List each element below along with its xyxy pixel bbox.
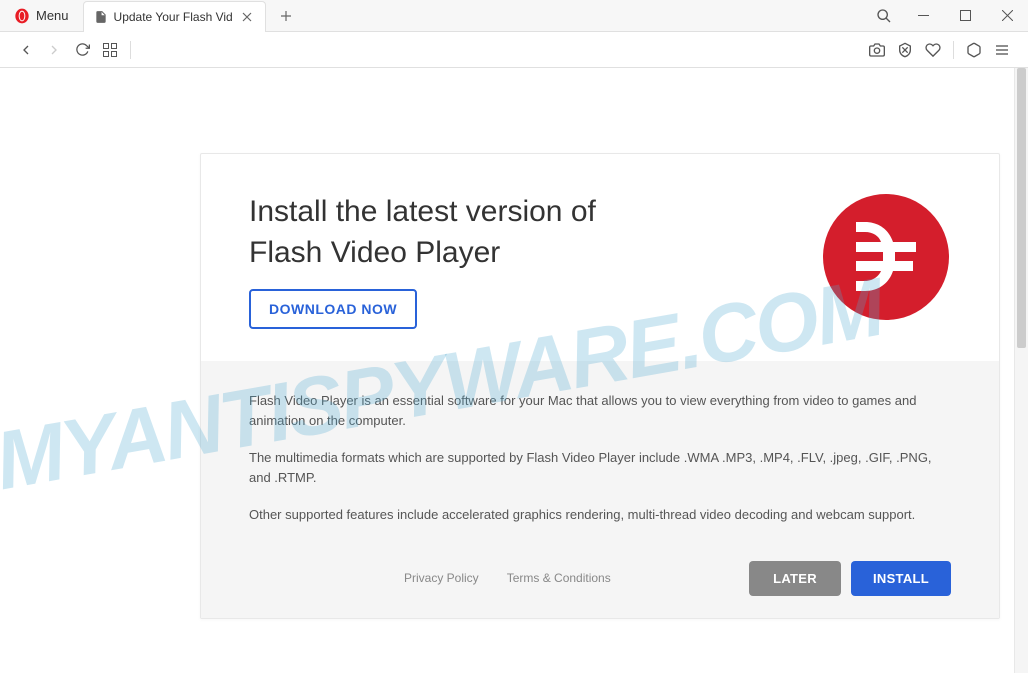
sliders-icon bbox=[994, 42, 1010, 58]
privacy-policy-link[interactable]: Privacy Policy bbox=[404, 571, 479, 585]
card-heading-block: Install the latest version of Flash Vide… bbox=[249, 192, 791, 329]
heading-line-2: Flash Video Player bbox=[249, 236, 500, 269]
toolbar bbox=[0, 32, 1028, 68]
download-now-button[interactable]: DOWNLOAD NOW bbox=[249, 289, 417, 329]
footer-buttons: LATER INSTALL bbox=[749, 561, 951, 596]
plus-icon bbox=[280, 10, 292, 22]
search-icon bbox=[876, 8, 892, 24]
camera-icon bbox=[869, 42, 885, 58]
toolbar-separator bbox=[130, 41, 131, 59]
menu-label: Menu bbox=[36, 8, 69, 23]
cube-icon bbox=[966, 42, 982, 58]
titlebar-search-button[interactable] bbox=[866, 0, 902, 31]
scrollbar-thumb[interactable] bbox=[1017, 68, 1026, 348]
easy-setup-button[interactable] bbox=[988, 36, 1016, 64]
grid-icon bbox=[103, 43, 117, 57]
window-controls bbox=[902, 0, 1028, 31]
card-header: Install the latest version of Flash Vide… bbox=[201, 154, 999, 361]
heart-icon bbox=[925, 42, 941, 58]
card-footer: Privacy Policy Terms & Conditions LATER … bbox=[201, 561, 999, 618]
reload-icon bbox=[75, 42, 90, 57]
flash-player-logo-icon bbox=[821, 192, 951, 322]
later-button[interactable]: LATER bbox=[749, 561, 841, 596]
forward-button[interactable] bbox=[40, 36, 68, 64]
close-icon bbox=[1002, 10, 1013, 21]
toolbar-separator bbox=[953, 41, 954, 59]
bookmarks-button[interactable] bbox=[919, 36, 947, 64]
footer-links: Privacy Policy Terms & Conditions bbox=[249, 571, 611, 585]
opera-logo-icon bbox=[14, 8, 30, 24]
titlebar: Menu Update Your Flash Vid bbox=[0, 0, 1028, 32]
tab-close-button[interactable] bbox=[239, 9, 255, 25]
maximize-button[interactable] bbox=[944, 0, 986, 31]
speed-dial-button[interactable] bbox=[96, 36, 124, 64]
card-body: Flash Video Player is an essential softw… bbox=[201, 361, 999, 561]
minimize-icon bbox=[918, 10, 929, 21]
chevron-right-icon bbox=[46, 42, 62, 58]
heading-line-1: Install the latest version of bbox=[249, 195, 596, 228]
vertical-scrollbar[interactable] bbox=[1014, 68, 1028, 673]
minimize-button[interactable] bbox=[902, 0, 944, 31]
shield-icon bbox=[897, 42, 913, 58]
browser-tab[interactable]: Update Your Flash Vid bbox=[83, 1, 266, 32]
page-icon bbox=[94, 10, 108, 24]
menu-button[interactable]: Menu bbox=[0, 0, 83, 31]
back-button[interactable] bbox=[12, 36, 40, 64]
description-paragraph-3: Other supported features include acceler… bbox=[249, 505, 951, 525]
maximize-icon bbox=[960, 10, 971, 21]
snapshot-button[interactable] bbox=[863, 36, 891, 64]
description-paragraph-2: The multimedia formats which are support… bbox=[249, 448, 951, 487]
page-content: MYANTISPYWARE.COM Install the latest ver… bbox=[0, 68, 1028, 673]
tab-title: Update Your Flash Vid bbox=[114, 10, 233, 24]
close-window-button[interactable] bbox=[986, 0, 1028, 31]
install-button[interactable]: INSTALL bbox=[851, 561, 951, 596]
reload-button[interactable] bbox=[68, 36, 96, 64]
flash-player-card: Install the latest version of Flash Vide… bbox=[200, 153, 1000, 619]
terms-link[interactable]: Terms & Conditions bbox=[507, 571, 611, 585]
new-tab-button[interactable] bbox=[272, 2, 300, 30]
adblock-button[interactable] bbox=[891, 36, 919, 64]
close-icon bbox=[242, 12, 252, 22]
chevron-left-icon bbox=[18, 42, 34, 58]
card-heading: Install the latest version of Flash Vide… bbox=[249, 192, 791, 273]
extensions-button[interactable] bbox=[960, 36, 988, 64]
description-paragraph-1: Flash Video Player is an essential softw… bbox=[249, 391, 951, 430]
